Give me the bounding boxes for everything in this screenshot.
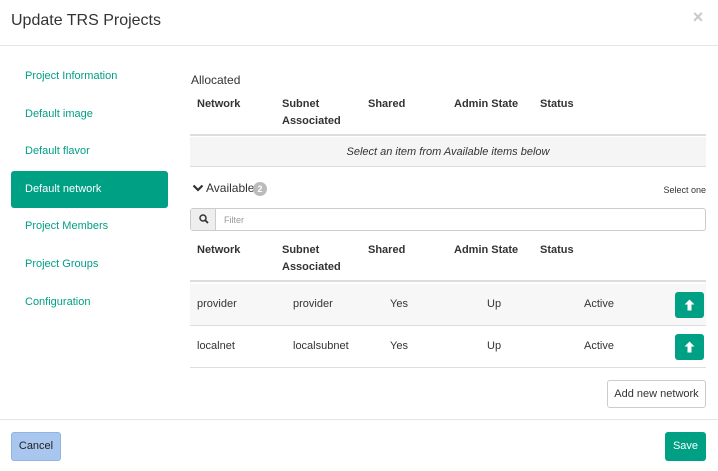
cell-subnet: provider (293, 298, 333, 310)
sidebar-item-default-image[interactable]: Default image (11, 96, 168, 134)
sidebar-item-configuration[interactable]: Configuration (11, 284, 168, 322)
sidebar-item-default-network[interactable]: Default network (11, 170, 168, 209)
column-header-shared: Shared (368, 98, 406, 110)
cancel-button[interactable]: Cancel (11, 432, 61, 461)
sidebar-item-project-members[interactable]: Project Members (11, 208, 168, 246)
cell-admin-state: Up (487, 340, 502, 352)
allocated-title: Allocated (191, 73, 241, 87)
allocated-empty-message: Select an item from Available items belo… (190, 137, 706, 167)
cell-subnet: localsubnet (293, 340, 349, 352)
allocate-button[interactable] (675, 334, 704, 360)
modal-footer: Cancel Save (0, 419, 718, 471)
modal-header: Update TRS Projects × (0, 0, 718, 46)
sidebar-item-project-information[interactable]: Project Information (11, 58, 168, 96)
add-new-network-button[interactable]: Add new network (607, 380, 706, 408)
column-header-status: Status (540, 244, 574, 256)
column-header-subnet-associated: Subnet Associated (282, 244, 341, 273)
available-title: Available (206, 181, 255, 195)
filter-field (190, 208, 706, 231)
close-icon[interactable]: × (690, 8, 706, 26)
cell-admin-state: Up (487, 298, 502, 310)
update-trs-projects-modal: Update TRS Projects × Project Informatio… (0, 0, 718, 471)
search-icon (191, 209, 216, 230)
save-button[interactable]: Save (665, 432, 706, 461)
filter-input[interactable] (217, 209, 705, 230)
modal-title: Update TRS Projects (11, 12, 161, 29)
allocated-table-header: Network Subnet Associated Shared Admin S… (190, 96, 706, 136)
column-header-subnet-associated: Subnet Associated (282, 98, 341, 127)
select-one-hint: Select one (663, 185, 706, 195)
column-header-status: Status (540, 98, 574, 110)
column-header-network: Network (197, 98, 241, 110)
workflow-sidebar: Project Information Default image Defaul… (11, 58, 168, 321)
cell-network: localnet (197, 340, 235, 352)
cell-network: provider (197, 298, 237, 310)
cell-status: Active (584, 340, 614, 352)
column-header-network: Network (197, 244, 241, 256)
allocate-button[interactable] (675, 292, 704, 318)
table-row: localnet localsubnet Yes Up Active (190, 326, 706, 368)
column-header-shared: Shared (368, 244, 406, 256)
table-row: provider provider Yes Up Active (190, 284, 706, 326)
chevron-down-icon (192, 184, 204, 192)
arrow-up-icon (684, 341, 695, 353)
sidebar-item-project-groups[interactable]: Project Groups (11, 246, 168, 284)
sidebar-item-default-flavor[interactable]: Default flavor (11, 133, 168, 171)
available-table-header: Network Subnet Associated Shared Admin S… (190, 242, 706, 282)
column-header-admin-state: Admin State (454, 98, 519, 110)
column-header-admin-state: Admin State (454, 244, 519, 256)
arrow-up-icon (684, 299, 695, 311)
available-count-badge: 2 (253, 182, 267, 196)
cell-status: Active (584, 298, 614, 310)
cell-shared: Yes (390, 340, 408, 352)
cell-shared: Yes (390, 298, 408, 310)
available-toggle[interactable]: Available 2 Select one (190, 181, 706, 197)
